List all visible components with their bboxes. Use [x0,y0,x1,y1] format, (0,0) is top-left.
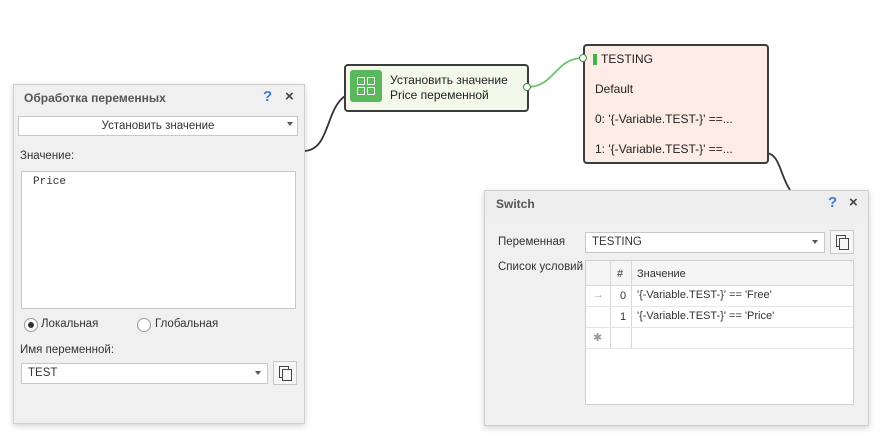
row-pointer-icon: → [593,289,604,301]
switch-node-case-0: 0: '{-Variable.TEST-}' ==... [595,112,733,126]
switch-node-input-port[interactable] [579,54,587,62]
connector-panel-to-set-node [303,95,346,152]
help-icon[interactable]: ? [263,88,272,105]
switch-dialog-title-bar: Switch ? × [485,191,868,217]
radio-global-label: Глобальная [155,318,219,330]
panel-title: Обработка переменных [24,91,166,105]
radio-global[interactable] [137,318,151,332]
variable-select[interactable]: TESTING [585,232,825,253]
variable-processing-panel: Обработка переменных ? × Установить знач… [13,84,305,424]
new-row[interactable]: ✱ [586,328,853,348]
row-value: '{-Variable.TEST-}' == 'Price' [637,310,775,322]
var-name-value: TEST [28,367,58,379]
copy-icon-front [282,369,292,381]
chevron-down-icon [287,122,293,126]
set-node-output-port[interactable] [523,83,531,91]
column-header-index: # [617,268,624,280]
action-select[interactable]: Установить значение [18,116,298,136]
close-icon[interactable]: × [285,88,294,105]
radio-local[interactable] [24,318,38,332]
close-icon[interactable]: × [849,194,858,211]
chevron-down-icon [812,240,818,244]
value-textarea[interactable]: Price [21,171,296,309]
var-name-label: Имя переменной: [20,344,115,356]
copy-button[interactable] [830,230,854,254]
switch-node-default: Default [595,82,634,96]
switch-node-case-1: 1: '{-Variable.TEST-}' ==... [595,142,733,156]
chevron-down-icon [255,371,261,375]
set-node-line2: Price переменной [390,88,489,102]
variable-label: Переменная [498,236,566,248]
value-text: Price [33,176,67,188]
switch-node-title: TESTING [601,52,654,66]
conditions-table: # Значение → 0 '{-Variable.TEST-}' == 'F… [585,260,854,405]
switch-dialog-title: Switch [496,197,535,211]
set-node-line1: Установить значение [390,73,508,87]
switch-node[interactable]: TESTING Default 0: '{-Variable.TEST-}' =… [583,44,769,164]
panel-title-bar: Обработка переменных ? × [14,85,304,111]
value-label: Значение: [20,150,75,162]
var-name-select[interactable]: TEST [21,363,268,384]
connector-switch-to-dialog [766,152,791,191]
column-header-value: Значение [637,268,686,280]
table-header [586,261,853,286]
conditions-label: Список условий [498,261,584,273]
row-index: 1 [620,311,627,323]
grid-icon [350,70,382,102]
help-icon[interactable]: ? [828,194,837,211]
row-value: '{-Variable.TEST-}' == 'Free' [637,289,772,301]
status-marker [593,54,597,65]
new-row-icon: ✱ [593,332,603,344]
row-divider [586,348,853,349]
action-select-value: Установить значение [101,120,215,132]
radio-local-label: Локальная [41,318,99,330]
switch-dialog: Switch ? × Переменная TESTING Список усл… [484,190,869,426]
connector-set-to-switch [526,57,584,88]
row-index: 0 [620,290,627,302]
set-value-node[interactable]: Установить значение Price переменной [344,64,529,112]
copy-button[interactable] [273,361,297,385]
copy-icon-front [839,238,849,250]
table-row[interactable]: → 0 '{-Variable.TEST-}' == 'Free' [586,286,853,306]
table-row[interactable]: 1 '{-Variable.TEST-}' == 'Price' [586,307,853,327]
variable-select-value: TESTING [592,236,642,248]
